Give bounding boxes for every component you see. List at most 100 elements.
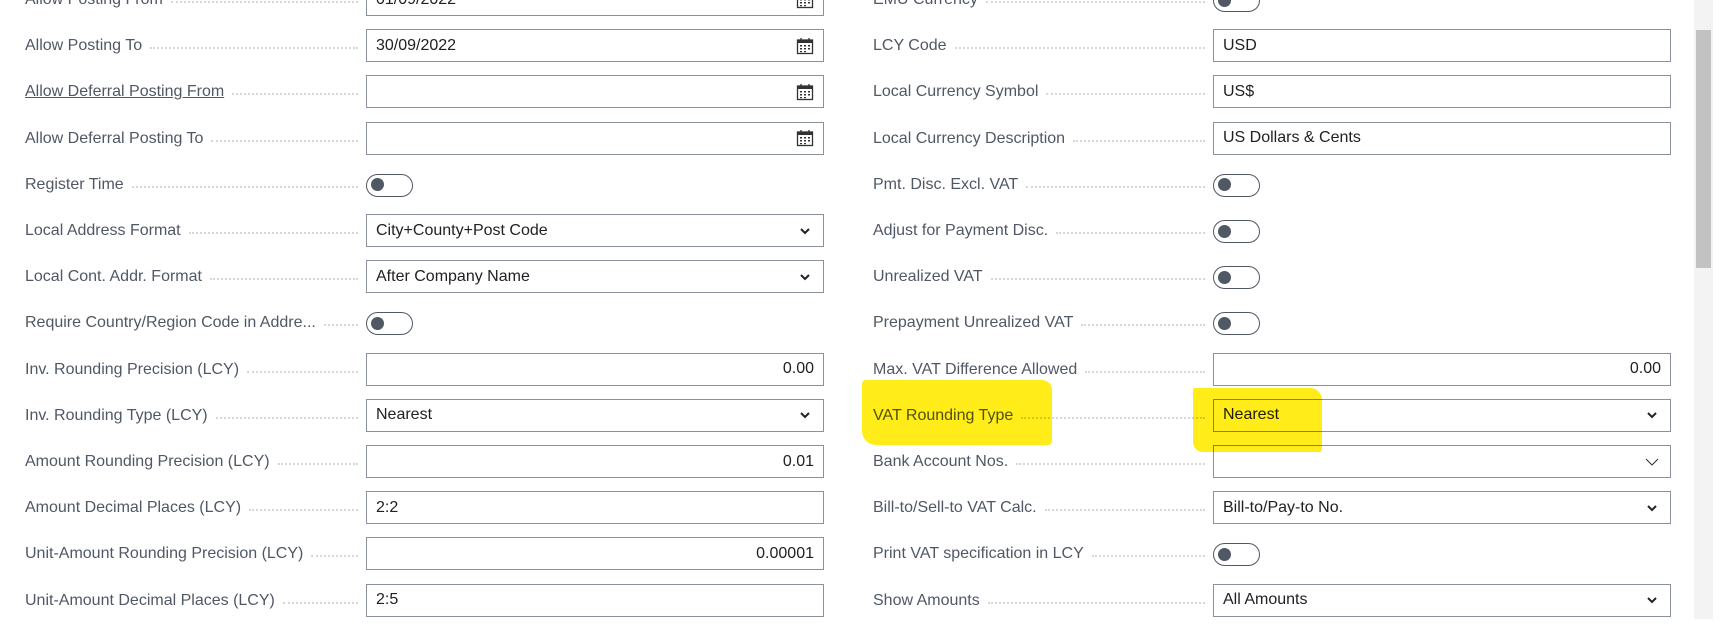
- field-label-text: LCY Code: [873, 37, 947, 55]
- field-value: Nearest: [376, 406, 433, 424]
- toggle-emu-currency[interactable]: [1213, 0, 1260, 12]
- input-local-currency-symbol[interactable]: US$: [1213, 75, 1671, 109]
- field-value: USD: [1223, 36, 1257, 54]
- highlight-mark-label: [862, 380, 1052, 445]
- form-row-print-vat-specification-in-lcy: Print VAT specification in LCY: [873, 531, 1679, 577]
- select-inv-rounding-type-lcy[interactable]: Nearest: [366, 398, 824, 432]
- leader-dots: [1044, 509, 1205, 512]
- field-label: EMU Currency: [873, 0, 1213, 9]
- field-label: Pmt. Disc. Excl. VAT: [873, 176, 1213, 194]
- field-label-text: Bank Account Nos.: [873, 453, 1009, 470]
- field-value: Bill-to/Pay-to No.: [1223, 498, 1344, 516]
- field-label: Unrealized VAT: [873, 268, 1213, 286]
- field-label-text: Max. VAT Difference Allowed: [873, 360, 1078, 378]
- field-label-text: Require Country/Region Code in Addre...: [25, 314, 316, 332]
- form-row-show-amounts: Show Amounts All Amounts: [873, 578, 1679, 624]
- toggle-pmt-disc-excl-vat[interactable]: [1213, 173, 1260, 197]
- calendar-icon[interactable]: [796, 129, 814, 147]
- select-bill-to-sell-to-vat-calc[interactable]: Bill-to/Pay-to No.: [1213, 491, 1671, 525]
- chevron-down-icon[interactable]: [796, 406, 814, 424]
- field-label-text: Unit-Amount Decimal Places (LCY): [25, 591, 275, 609]
- chevron-down-icon[interactable]: [1643, 406, 1661, 424]
- chevron-down-icon[interactable]: [796, 222, 814, 240]
- field-value: City+County+Post Code: [376, 221, 548, 239]
- field-label-text: Allow Posting To: [25, 37, 143, 55]
- input-unit-amount-decimal-places-lcy[interactable]: 2:5: [366, 583, 824, 617]
- leader-dots: [209, 278, 358, 281]
- input-unit-amount-rounding-precision-lcy[interactable]: 0.00001: [366, 537, 824, 571]
- leader-dots: [282, 601, 358, 604]
- field-value: 2:2: [376, 498, 399, 516]
- input-allow-posting-to[interactable]: 30/09/2022: [366, 29, 824, 63]
- field-label: Inv. Rounding Precision (LCY): [25, 361, 366, 379]
- chevron-down-icon[interactable]: [1643, 499, 1661, 517]
- field-label-text: Amount Decimal Places (LCY): [25, 499, 242, 517]
- field-label: Amount Decimal Places (LCY): [25, 499, 366, 517]
- form-row-amount-decimal-places-lcy: Amount Decimal Places (LCY) 2:2: [25, 485, 832, 531]
- field-value: 30/09/2022: [376, 36, 457, 54]
- leader-dots: [987, 601, 1205, 604]
- field-label-text: Show Amounts: [873, 591, 980, 609]
- field-label-text: Print VAT specification in LCY: [873, 545, 1084, 563]
- form-row-emu-currency: EMU Currency: [873, 0, 1679, 23]
- toggle-adjust-for-payment-disc[interactable]: [1213, 220, 1260, 243]
- leader-dots: [1046, 93, 1205, 96]
- input-amount-decimal-places-lcy[interactable]: 2:2: [366, 491, 824, 525]
- field-label-text: Allow Posting From: [25, 0, 163, 9]
- field-label-text[interactable]: Allow Deferral Posting From: [25, 83, 224, 101]
- field-label-text: Unrealized VAT: [873, 268, 983, 286]
- toggle-print-vat-specification-in-lcy[interactable]: [1213, 543, 1260, 567]
- toggle-unrealized-vat[interactable]: [1213, 266, 1260, 290]
- select-local-address-format[interactable]: City+County+Post Code: [366, 214, 824, 247]
- field-label: Require Country/Region Code in Addre...: [25, 314, 366, 332]
- chevron-down-icon[interactable]: [1643, 591, 1661, 609]
- input-local-currency-description[interactable]: US Dollars & Cents: [1213, 121, 1671, 155]
- toggle-require-country-region-code-in-addre[interactable]: [366, 312, 413, 336]
- field-label: Unit-Amount Decimal Places (LCY): [25, 592, 366, 610]
- chevron-down-icon[interactable]: [796, 268, 814, 286]
- field-value: 01/09/2022: [376, 0, 796, 9]
- leader-dots: [323, 324, 358, 327]
- field-label: Bank Account Nos.: [873, 453, 1213, 471]
- input-allow-deferral-posting-from[interactable]: [366, 75, 824, 109]
- field-label: Amount Rounding Precision (LCY): [25, 453, 366, 471]
- field-label: Bill-to/Sell-to VAT Calc.: [873, 499, 1213, 517]
- calendar-icon[interactable]: [796, 0, 814, 9]
- form-row-adjust-for-payment-disc: Adjust for Payment Disc.: [873, 208, 1679, 254]
- calendar-icon[interactable]: [796, 83, 814, 101]
- field-label: Unit-Amount Rounding Precision (LCY): [25, 545, 366, 563]
- field-label: Local Currency Symbol: [873, 83, 1213, 101]
- leader-dots: [954, 47, 1205, 50]
- field-value: 0.00: [1629, 360, 1661, 378]
- field-label-text: Local Currency Symbol: [873, 83, 1039, 101]
- form-row-allow-deferral-posting-from: Allow Deferral Posting From: [25, 69, 832, 115]
- field-label: Local Currency Description: [873, 130, 1213, 148]
- input-amount-rounding-precision-lcy[interactable]: 0.01: [366, 445, 824, 478]
- field-label-text: Adjust for Payment Disc.: [873, 222, 1049, 239]
- toggle-prepayment-unrealized-vat[interactable]: [1213, 312, 1260, 336]
- form-row-unit-amount-rounding-precision-lcy: Unit-Amount Rounding Precision (LCY) 0.00…: [25, 531, 832, 577]
- calendar-icon[interactable]: [796, 37, 814, 55]
- input-allow-posting-from[interactable]: 01/09/2022: [366, 0, 824, 16]
- input-max-vat-difference-allowed[interactable]: 0.00: [1213, 352, 1671, 386]
- input-inv-rounding-precision-lcy[interactable]: 0.00: [366, 352, 824, 386]
- field-label-text: Inv. Rounding Precision (LCY): [25, 360, 240, 378]
- leader-dots: [232, 93, 358, 96]
- chevron-down-outline-icon[interactable]: [1643, 453, 1661, 471]
- select-local-cont-addr-format[interactable]: After Company Name: [366, 260, 824, 294]
- leader-dots: [990, 278, 1205, 281]
- form-row-lcy-code: LCY Code USD: [873, 23, 1679, 69]
- select-show-amounts[interactable]: All Amounts: [1213, 583, 1671, 617]
- field-label: Adjust for Payment Disc.: [873, 222, 1213, 240]
- input-lcy-code[interactable]: USD: [1213, 29, 1671, 63]
- field-label: Allow Posting From: [25, 0, 366, 9]
- form-row-local-address-format: Local Address Format City+County+Post Cod…: [25, 208, 832, 254]
- leader-dots: [215, 416, 358, 419]
- toggle-register-time[interactable]: [366, 173, 413, 197]
- input-allow-deferral-posting-to[interactable]: [366, 121, 824, 155]
- form-row-unrealized-vat: Unrealized VAT: [873, 254, 1679, 300]
- field-label: Show Amounts: [873, 592, 1213, 610]
- field-label-text: Amount Rounding Precision (LCY): [25, 453, 270, 470]
- scrollbar-thumb[interactable]: [1696, 30, 1711, 268]
- field-label-text: Inv. Rounding Type (LCY): [25, 406, 208, 424]
